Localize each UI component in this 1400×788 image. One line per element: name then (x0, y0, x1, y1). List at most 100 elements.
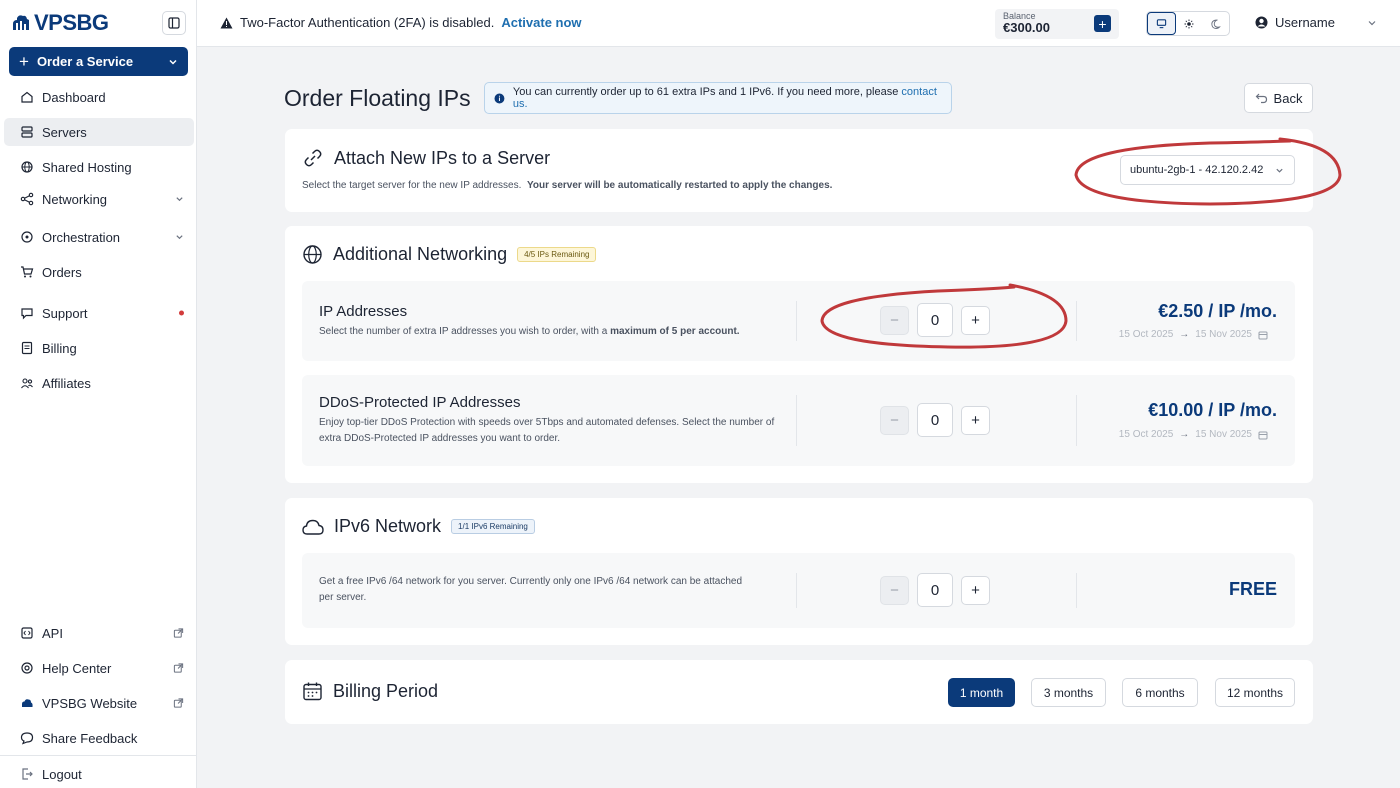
logo[interactable]: VPSBG (11, 10, 109, 36)
cloud-outline-icon (302, 519, 324, 535)
billing-title-row: Billing Period (302, 681, 438, 702)
sidebar-item-servers[interactable]: Servers (4, 118, 194, 146)
increment-button[interactable]: + (961, 405, 990, 435)
sidebar: VPSBG + Order a Service Dashboard Server… (0, 0, 197, 788)
divider (1076, 395, 1077, 446)
ddos-desc: Enjoy top-tier DDoS Protection with spee… (319, 417, 775, 444)
sidebar-item-help-center[interactable]: Help Center (4, 654, 194, 682)
user-menu[interactable]: Username (1255, 15, 1377, 30)
decrement-button[interactable]: − (880, 575, 909, 605)
ip-addresses-panel: IP Addresses Select the number of extra … (302, 281, 1295, 361)
ddos-quantity-value[interactable]: 0 (917, 403, 953, 437)
username: Username (1275, 15, 1335, 30)
networking-title-row: Additional Networking 4/5 IPs Remaining (302, 244, 597, 265)
decrement-button[interactable]: − (880, 305, 909, 335)
divider (796, 301, 797, 341)
sidebar-item-shared-hosting[interactable]: Shared Hosting (4, 153, 194, 181)
sidebar-item-label: Servers (42, 124, 87, 140)
sidebar-collapse-button[interactable] (162, 11, 186, 35)
logout-icon (20, 767, 34, 781)
divider (796, 395, 797, 446)
attach-server-card: Attach New IPs to a Server Select the ta… (285, 129, 1313, 212)
period-6-months-button[interactable]: 6 months (1122, 678, 1198, 707)
order-service-label: Order a Service (36, 54, 134, 69)
sidebar-item-label: Affiliates (42, 375, 91, 391)
back-button[interactable]: Back (1244, 83, 1313, 113)
theme-dark-button[interactable] (1202, 12, 1229, 35)
ip-limit-info: You can currently order up to 61 extra I… (484, 82, 952, 114)
ip-addresses-title: IP Addresses (319, 303, 408, 320)
activate-2fa-link[interactable]: Activate now (501, 15, 581, 30)
sidebar-item-label: Support (42, 305, 88, 321)
decrement-button[interactable]: − (880, 405, 909, 435)
theme-light-button[interactable] (1176, 12, 1203, 35)
ipv6-remaining-badge: 1/1 IPv6 Remaining (451, 519, 535, 534)
ddos-price: €10.00 / IP /mo. (1148, 400, 1277, 420)
lifebuoy-icon (20, 661, 34, 675)
server-select-value: ubuntu-2gb-1 - 42.120.2.42 (1130, 164, 1264, 176)
sidebar-item-api[interactable]: API (4, 619, 194, 647)
plus-icon: + (19, 52, 29, 71)
ipv6-quantity-value[interactable]: 0 (917, 573, 953, 607)
sidebar-item-label: API (42, 625, 63, 641)
ipv6-title-row: IPv6 Network 1/1 IPv6 Remaining (302, 516, 535, 537)
arrow-right-icon: → (1179, 329, 1190, 340)
increment-button[interactable]: + (961, 305, 990, 335)
balance-widget: Balance €300.00 + (995, 9, 1119, 39)
users-icon (20, 376, 34, 390)
sidebar-item-orchestration[interactable]: Orchestration (4, 223, 194, 251)
chat-icon (20, 306, 34, 320)
ipv6-price: FREE (1228, 579, 1277, 599)
sidebar-item-feedback[interactable]: Share Feedback (4, 724, 194, 752)
increment-button[interactable]: + (961, 575, 990, 605)
sun-icon (1184, 19, 1194, 28)
billing-period-card: Billing Period 1 month 3 months 6 months… (285, 660, 1313, 724)
sidebar-item-support[interactable]: Support (4, 299, 194, 327)
ip-price: €2.50 / IP /mo. (1158, 301, 1277, 321)
ip-quantity-value[interactable]: 0 (917, 303, 953, 337)
sidebar-item-label: Billing (42, 340, 77, 356)
sidebar-item-label: Logout (42, 766, 82, 782)
divider (1076, 573, 1077, 608)
sidebar-item-dashboard[interactable]: Dashboard (4, 83, 194, 111)
sidebar-item-orders[interactable]: Orders (4, 258, 194, 286)
sidebar-divider (0, 755, 197, 756)
ipv6-card: IPv6 Network 1/1 IPv6 Remaining Get a fr… (285, 498, 1313, 645)
billing-title: Billing Period (333, 681, 439, 701)
sidebar-item-website[interactable]: VPSBG Website (4, 689, 194, 717)
networking-title: Additional Networking (333, 244, 508, 264)
ipv6-panel: Get a free IPv6 /64 network for you serv… (302, 553, 1295, 628)
code-icon (20, 626, 34, 640)
ipv6-desc: Get a free IPv6 /64 network for you serv… (319, 576, 743, 603)
attach-subtitle-text: Select the target server for the new IP … (302, 180, 522, 191)
period-1-month-button[interactable]: 1 month (948, 678, 1015, 707)
chevron-down-icon (175, 195, 184, 204)
external-link-icon (173, 663, 184, 674)
period-12-months-button[interactable]: 12 months (1215, 678, 1295, 707)
info-icon (494, 93, 505, 103)
chevron-down-icon (1368, 20, 1376, 25)
logo-text: VPSBG (34, 10, 109, 35)
calendar-icon (1258, 431, 1268, 439)
comment-icon (20, 731, 34, 745)
info-text: You can currently order up to 61 extra I… (512, 86, 899, 98)
order-service-button[interactable]: + Order a Service (9, 47, 188, 76)
add-funds-button[interactable]: + (1094, 15, 1111, 32)
additional-networking-card: Additional Networking 4/5 IPs Remaining … (285, 226, 1313, 483)
sidebar-item-networking[interactable]: Networking (4, 185, 194, 213)
sidebar-item-label: Dashboard (42, 89, 106, 105)
ip-billing-dates: 15 Oct 2025 → 15 Nov 2025 (1119, 329, 1268, 340)
sidebar-item-logout[interactable]: Logout (4, 760, 194, 788)
period-3-months-button[interactable]: 3 months (1031, 678, 1106, 707)
moon-icon (1211, 19, 1221, 29)
sidebar-item-billing[interactable]: Billing (4, 334, 194, 362)
theme-system-button[interactable] (1147, 12, 1176, 35)
server-select[interactable]: ubuntu-2gb-1 - 42.120.2.42 (1120, 155, 1295, 185)
ddos-title: DDoS-Protected IP Addresses (319, 394, 521, 411)
external-link-icon (173, 698, 184, 709)
cart-icon (20, 265, 34, 279)
sidebar-toggle-icon (168, 17, 180, 29)
sidebar-item-affiliates[interactable]: Affiliates (4, 369, 194, 397)
warning-icon (220, 17, 233, 28)
cloud-logo-icon (13, 15, 29, 30)
